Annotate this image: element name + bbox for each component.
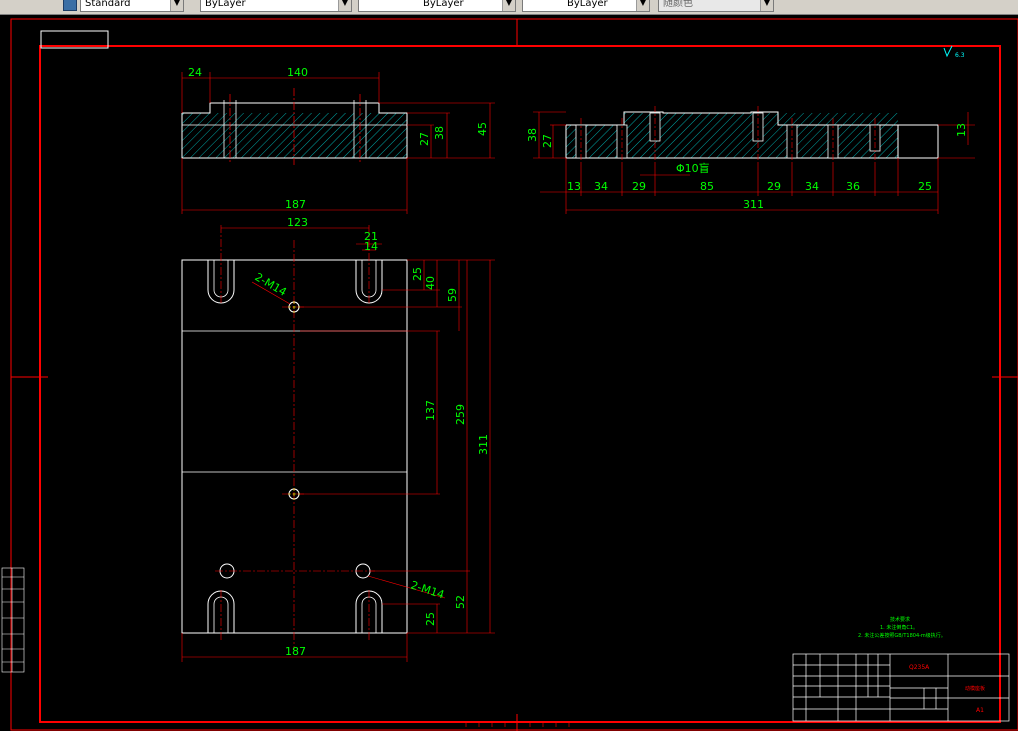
hole-note: Φ10盲 [676,161,710,175]
roughness-symbol: 6.3 [943,45,965,59]
dim-38: 38 [526,128,539,142]
dim-29: 29 [632,180,646,193]
chevron-down-icon[interactable]: ▼ [502,0,515,11]
lineweight-dropdown[interactable]: ByLayer ▼ [522,0,650,12]
dim-52: 52 [454,595,467,609]
chevron-down-icon[interactable]: ▼ [636,0,649,11]
dim-24: 24 [188,66,202,79]
thread-callout: 2-M14 [409,578,446,601]
properties-toolbar: Standard ▼ ByLayer ▼ ByLayer ▼ ByLayer ▼ 随颜色… [0,0,1018,15]
dim-259: 259 [454,404,467,425]
dim-59: 59 [446,288,459,302]
tech-req-line: 2. 未注公差按照GB/T1804-m级执行。 [858,632,946,639]
front-view: 13 34 29 85 29 34 36 25 311 38 27 13 Φ10… [526,106,975,214]
thread-callout: 2-M14 [253,270,289,298]
linetype-dropdown[interactable]: ByLayer ▼ [358,0,516,12]
dim-36: 36 [846,180,860,193]
side-revision-table [1,567,25,673]
dim-187: 187 [285,198,306,211]
dim-311: 311 [477,434,490,455]
tech-req-line: 1. 未注倒角C1。 [880,624,918,631]
dim-14: 14 [364,240,378,253]
drawing-canvas[interactable]: 24 140 187 27 38 45 13 34 29 85 29 34 36… [0,14,1018,731]
chevron-down-icon[interactable]: ▼ [760,0,773,11]
dim-187: 187 [285,645,306,658]
chevron-down-icon[interactable]: ▼ [338,0,351,11]
roughness-value: 6.3 [955,52,965,59]
dim-27: 27 [541,134,554,148]
dim-45: 45 [476,122,489,136]
plot-style-dropdown[interactable]: 随颜色 ▼ [658,0,774,12]
dim-13: 13 [955,123,968,137]
dim-13: 13 [567,180,581,193]
side-view: 24 140 187 27 38 45 [181,66,495,214]
text-style-icon[interactable] [63,0,77,11]
sheet-size-cell: A1 [976,707,984,714]
dim-34: 34 [594,180,608,193]
dim-123: 123 [287,216,308,229]
dim-40: 40 [424,276,437,290]
dim-34: 34 [805,180,819,193]
text-style-dropdown[interactable]: Standard ▼ [80,0,184,12]
dim-25: 25 [918,180,932,193]
dim-25: 25 [424,612,437,626]
part-name-cell: 动模座板 [965,685,985,692]
technical-requirements: 技术要求 1. 未注倒角C1。 2. 未注公差按照GB/T1804-m级执行。 [858,616,946,639]
dim-25: 25 [411,267,424,281]
material-cell: Q235A [909,664,930,671]
dim-29: 29 [767,180,781,193]
dim-38: 38 [433,126,446,140]
dim-137: 137 [424,400,437,421]
dim-140: 140 [287,66,308,79]
plan-view: 123 21 14 187 25 40 59 137 259 311 52 25… [181,216,495,662]
dim-85: 85 [700,180,714,193]
dim-27: 27 [418,132,431,146]
layer-dropdown[interactable]: ByLayer ▼ [200,0,352,12]
dim-311: 311 [743,198,764,211]
chevron-down-icon[interactable]: ▼ [170,0,183,11]
tech-req-title: 技术要求 [890,616,910,623]
